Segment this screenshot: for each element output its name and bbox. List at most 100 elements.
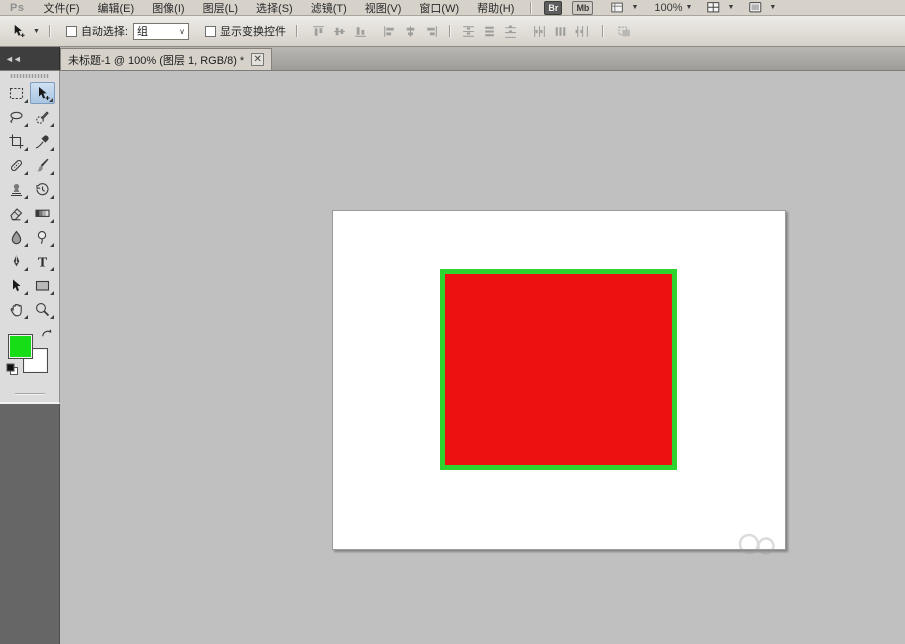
zoom-tool[interactable] — [30, 298, 55, 320]
launch-bridge-button[interactable]: Br — [544, 1, 562, 15]
gradient-tool[interactable] — [30, 202, 55, 224]
auto-align-layers-icon[interactable] — [616, 23, 633, 40]
panel-grip[interactable] — [10, 74, 49, 78]
flyout-triangle-icon — [50, 243, 54, 247]
flyout-triangle-icon — [24, 195, 28, 199]
blur-tool[interactable] — [4, 226, 29, 248]
chevron-down-icon: ∨ — [179, 27, 185, 36]
flyout-triangle-icon — [50, 147, 54, 151]
dock-background — [0, 404, 60, 644]
history-brush-tool[interactable] — [30, 178, 55, 200]
flyout-triangle-icon — [24, 219, 28, 223]
flyout-triangle-icon — [24, 147, 28, 151]
eraser-tool[interactable] — [4, 202, 29, 224]
flyout-triangle-icon — [24, 267, 28, 271]
view-extras-icon[interactable] — [610, 0, 625, 15]
rectangular-marquee-tool[interactable] — [4, 82, 29, 104]
color-controls — [6, 327, 54, 379]
flyout-triangle-icon — [50, 219, 54, 223]
quick-selection-tool[interactable] — [30, 106, 55, 128]
distribute-bottom-edges-icon[interactable] — [502, 23, 519, 40]
flyout-triangle-icon — [50, 123, 54, 127]
app-logo: Ps — [10, 2, 24, 14]
flyout-triangle-icon — [24, 123, 28, 127]
red-rectangle-shape — [440, 269, 677, 470]
canvas-workspace — [60, 71, 905, 644]
chevron-down-icon: ▼ — [769, 4, 776, 11]
show-transform-label: 显示变换控件 — [220, 23, 286, 39]
clone-stamp-tool[interactable] — [4, 178, 29, 200]
flyout-triangle-icon — [50, 267, 54, 271]
document-title: 未标题-1 @ 100% (图层 1, RGB/8) * — [68, 52, 244, 68]
flyout-triangle-icon — [24, 291, 28, 295]
zoom-level-value[interactable]: 100% — [654, 2, 682, 14]
lasso-tool[interactable] — [4, 106, 29, 128]
align-left-edges-icon[interactable] — [381, 23, 398, 40]
menu-item-4[interactable]: 选择(S) — [247, 0, 302, 16]
hand-tool[interactable] — [4, 298, 29, 320]
tool-options-bar: ▼ 自动选择: 组 ∨ 显示变换控件 — [0, 16, 905, 47]
flyout-triangle-icon — [50, 315, 54, 319]
divider — [530, 2, 532, 14]
watermark-icon — [735, 531, 779, 557]
menu-item-2[interactable]: 图像(I) — [143, 0, 193, 16]
path-selection-tool[interactable] — [4, 274, 29, 296]
collapse-panel-icon[interactable]: ◄◄ — [0, 47, 60, 70]
auto-select-checkbox[interactable] — [66, 26, 77, 37]
align-distribute-group — [308, 23, 592, 40]
crop-tool[interactable] — [4, 130, 29, 152]
screen-mode-icon[interactable] — [748, 0, 763, 15]
auto-select-label: 自动选择: — [81, 23, 128, 39]
align-right-edges-icon[interactable] — [423, 23, 440, 40]
auto-select-value: 组 — [137, 23, 148, 39]
chevron-down-icon: ▼ — [33, 28, 40, 35]
foreground-color-swatch[interactable] — [8, 334, 33, 359]
menu-item-3[interactable]: 图层(L) — [194, 0, 247, 16]
chevron-down-icon: ▼ — [727, 4, 734, 11]
show-transform-checkbox[interactable] — [205, 26, 216, 37]
auto-select-dropdown[interactable]: 组 ∨ — [133, 23, 189, 40]
eyedropper-tool[interactable] — [30, 130, 55, 152]
swap-colors-icon[interactable] — [40, 327, 53, 343]
move-tool[interactable] — [30, 82, 55, 104]
panel-divider — [15, 393, 45, 395]
menu-bar: Ps 文件(F)编辑(E)图像(I)图层(L)选择(S)滤镜(T)视图(V)窗口… — [0, 0, 905, 16]
flyout-triangle-icon — [24, 171, 28, 175]
align-horizontal-centers-icon[interactable] — [402, 23, 419, 40]
type-tool[interactable]: T — [30, 250, 55, 272]
flyout-triangle-icon — [50, 195, 54, 199]
distribute-right-edges-icon[interactable] — [573, 23, 590, 40]
distribute-left-edges-icon[interactable] — [531, 23, 548, 40]
flyout-triangle-icon — [49, 98, 53, 102]
pen-tool[interactable] — [4, 250, 29, 272]
brush-tool[interactable] — [30, 154, 55, 176]
dodge-tool[interactable] — [30, 226, 55, 248]
align-vertical-centers-icon[interactable] — [331, 23, 348, 40]
menu-item-6[interactable]: 视图(V) — [356, 0, 411, 16]
flyout-triangle-icon — [24, 99, 28, 103]
menu-item-0[interactable]: 文件(F) — [34, 0, 88, 16]
distribute-horizontal-centers-icon[interactable] — [552, 23, 569, 40]
flyout-triangle-icon — [50, 171, 54, 175]
default-colors-icon[interactable] — [6, 363, 19, 379]
align-bottom-edges-icon[interactable] — [352, 23, 369, 40]
menu-item-1[interactable]: 编辑(E) — [89, 0, 144, 16]
launch-mini-bridge-button[interactable]: Mb — [572, 1, 593, 15]
distribute-top-edges-icon[interactable] — [460, 23, 477, 40]
menu-item-5[interactable]: 滤镜(T) — [302, 0, 356, 16]
photoshop-window: Ps 文件(F)编辑(E)图像(I)图层(L)选择(S)滤镜(T)视图(V)窗口… — [0, 0, 905, 644]
flyout-triangle-icon — [24, 243, 28, 247]
document-canvas[interactable] — [332, 210, 786, 550]
distribute-vertical-centers-icon[interactable] — [481, 23, 498, 40]
arrange-documents-icon[interactable] — [706, 0, 721, 15]
move-tool-icon[interactable] — [6, 20, 30, 42]
menu-item-8[interactable]: 帮助(H) — [468, 0, 523, 16]
svg-text:T: T — [37, 255, 47, 270]
rectangle-tool[interactable] — [30, 274, 55, 296]
align-top-edges-icon[interactable] — [310, 23, 327, 40]
flyout-triangle-icon — [24, 315, 28, 319]
spot-healing-brush-tool[interactable] — [4, 154, 29, 176]
close-icon[interactable]: ✕ — [251, 53, 264, 66]
menu-item-7[interactable]: 窗口(W) — [410, 0, 468, 16]
document-tab[interactable]: 未标题-1 @ 100% (图层 1, RGB/8) * ✕ — [60, 48, 272, 70]
